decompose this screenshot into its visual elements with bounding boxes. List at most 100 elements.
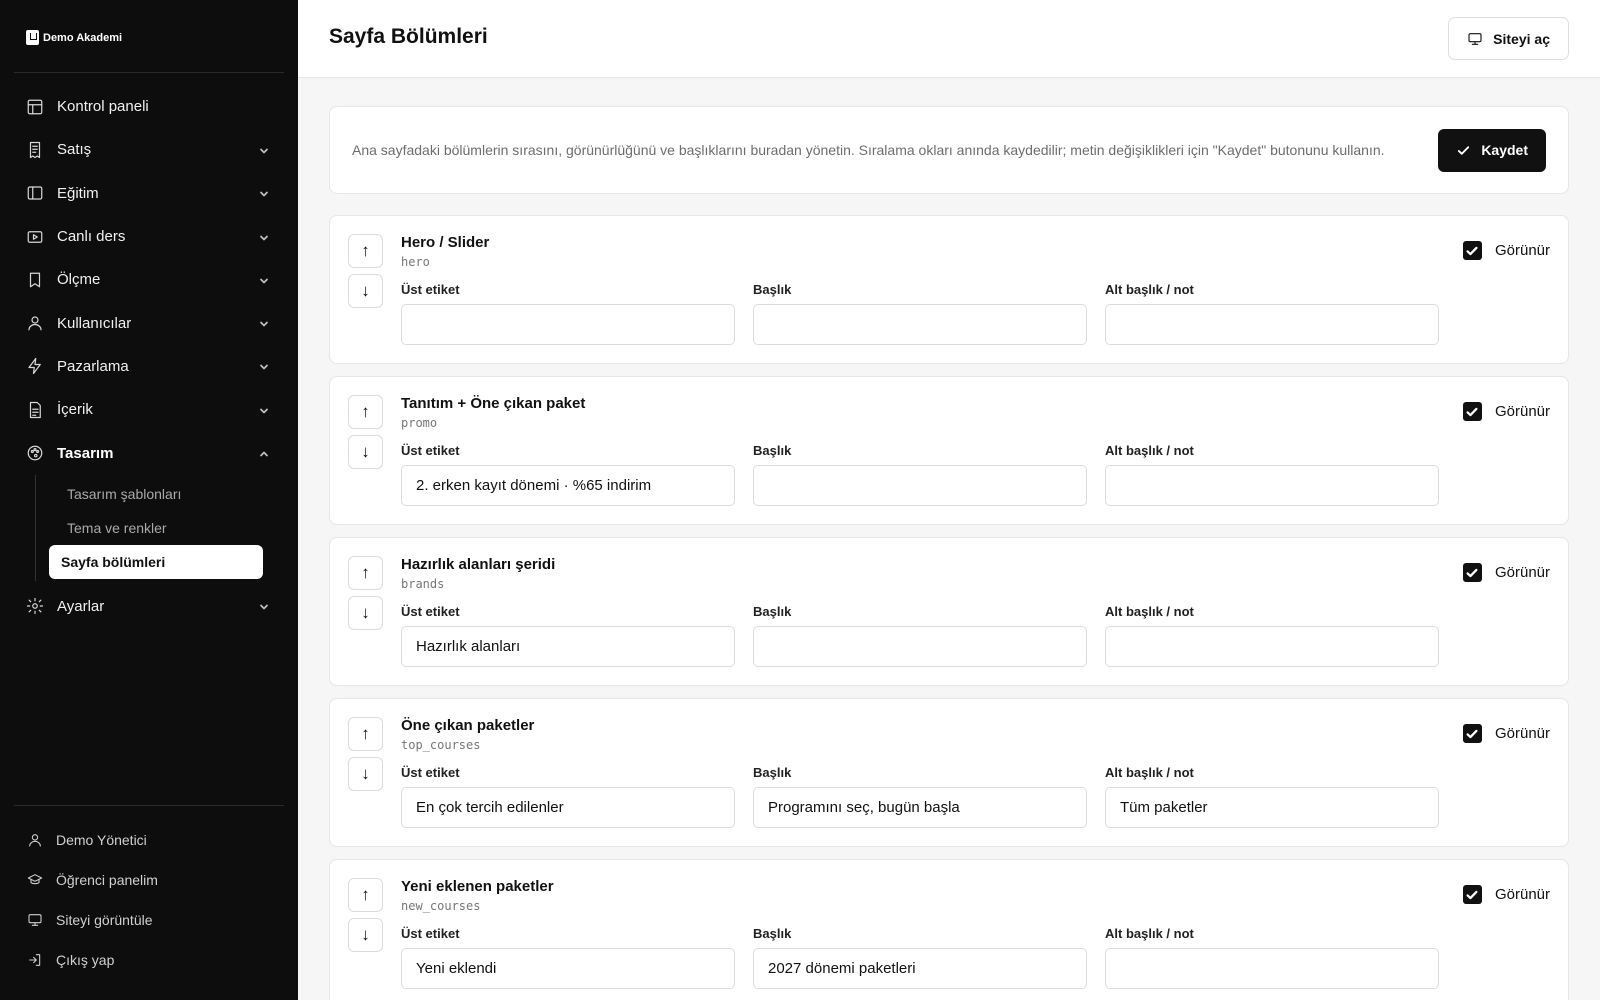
bookmark-icon: [26, 271, 44, 289]
title-input[interactable]: [753, 626, 1087, 667]
subtitle-input[interactable]: [1105, 465, 1439, 506]
chevron-down-icon: [258, 317, 270, 329]
footer-item-student-panel[interactable]: Öğrenci panelim: [14, 860, 284, 900]
footer-item-label: Demo Yönetici: [56, 832, 147, 848]
visible-toggle[interactable]: Görünür: [1462, 241, 1550, 260]
sidebar-subitem-tasarim-sablonlari[interactable]: Tasarım şablonları: [56, 477, 284, 511]
footer-item-view-site[interactable]: Siteyi görüntüle: [14, 900, 284, 940]
move-up-button[interactable]: ↑: [348, 234, 383, 268]
receipt-icon: [26, 141, 44, 159]
subtitle-field-group: Alt başlık / not: [1105, 926, 1439, 989]
visible-checkbox[interactable]: [1462, 885, 1482, 904]
sidebar-item-kullanicilar[interactable]: Kullanıcılar: [14, 301, 284, 344]
sidebar-item-ayarlar[interactable]: Ayarlar: [14, 585, 284, 628]
visible-toggle[interactable]: Görünür: [1462, 563, 1550, 582]
book-open-icon: [26, 184, 44, 202]
check-icon: [1466, 729, 1478, 738]
chevron-down-icon: [258, 187, 270, 199]
graduation-cap-icon: [27, 874, 43, 885]
sidebar-item-olcme[interactable]: Ölçme: [14, 258, 284, 301]
save-button[interactable]: Kaydet: [1438, 128, 1546, 172]
subtitle-input[interactable]: [1105, 787, 1439, 828]
footer-item-label: Siteyi görüntüle: [56, 912, 153, 928]
sidebar-item-egitim[interactable]: Eğitim: [14, 172, 284, 215]
move-up-button[interactable]: ↑: [348, 395, 383, 429]
open-site-button[interactable]: Siteyi aç: [1448, 17, 1569, 60]
file-icon: [26, 401, 44, 419]
sidebar-footer: Demo Yönetici Öğrenci panelim Siteyi gör…: [14, 820, 284, 980]
footer-item-profile[interactable]: Demo Yönetici: [14, 820, 284, 860]
sidebar-subitem-sayfa-bolumleri[interactable]: Sayfa bölümleri: [49, 544, 263, 579]
user-icon: [26, 314, 44, 332]
visible-toggle[interactable]: Görünür: [1462, 885, 1550, 904]
eyebrow-input[interactable]: [401, 304, 735, 345]
chevron-down-icon: [258, 274, 270, 286]
visible-checkbox[interactable]: [1462, 563, 1482, 582]
move-down-button[interactable]: ↓: [348, 435, 383, 469]
chevron-down-icon: [258, 144, 270, 156]
sidebar: Demo Akademi Kontrol paneli Satış Eğitim…: [0, 0, 298, 1000]
move-down-button[interactable]: ↓: [348, 596, 383, 630]
eyebrow-input[interactable]: [401, 465, 735, 506]
sidebar-item-label: Tasarım: [57, 444, 114, 462]
visible-label: Görünür: [1494, 242, 1550, 259]
video-icon: [26, 228, 44, 246]
section-name: Tanıtım + Öne çıkan paket: [401, 395, 586, 412]
chevron-up-icon: [258, 447, 270, 459]
subtitle-input[interactable]: [1105, 948, 1439, 989]
eyebrow-input[interactable]: [401, 948, 735, 989]
sidebar-nav: Kontrol paneli Satış Eğitim Canlı ders Ö…: [14, 85, 284, 628]
section-key: brands: [401, 577, 445, 591]
sidebar-item-pazarlama[interactable]: Pazarlama: [14, 345, 284, 388]
move-up-button[interactable]: ↑: [348, 878, 383, 912]
section-name: Öne çıkan paketler: [401, 717, 535, 734]
footer-item-logout[interactable]: Çıkış yap: [14, 940, 284, 980]
title-input[interactable]: [753, 465, 1087, 506]
visible-toggle[interactable]: Görünür: [1462, 724, 1550, 743]
chevron-down-icon: [258, 231, 270, 243]
section-card: ↑ ↓ Hero / Slider hero Üst etiket Başlık…: [329, 215, 1569, 364]
sidebar-item-canli-ders[interactable]: Canlı ders: [14, 215, 284, 258]
sidebar-item-satis[interactable]: Satış: [14, 128, 284, 171]
sidebar-item-kontrol-paneli[interactable]: Kontrol paneli: [14, 85, 284, 128]
chevron-down-icon: [258, 360, 270, 372]
check-icon: [1466, 246, 1478, 255]
visible-toggle[interactable]: Görünür: [1462, 402, 1550, 421]
sidebar-item-tasarim[interactable]: Tasarım: [14, 431, 284, 474]
title-field-group: Başlık: [753, 926, 1087, 989]
subtitle-input[interactable]: [1105, 626, 1439, 667]
title-label: Başlık: [753, 604, 792, 619]
title-field-group: Başlık: [753, 443, 1087, 506]
sidebar-subitem-tema-ve-renkler[interactable]: Tema ve renkler: [56, 511, 284, 545]
subtitle-field-group: Alt başlık / not: [1105, 443, 1439, 506]
move-down-button[interactable]: ↓: [348, 757, 383, 791]
move-down-button[interactable]: ↓: [348, 274, 383, 308]
subtitle-label: Alt başlık / not: [1105, 282, 1194, 297]
subtitle-input[interactable]: [1105, 304, 1439, 345]
visible-checkbox[interactable]: [1462, 241, 1482, 260]
check-icon: [1466, 407, 1478, 416]
section-key: top_courses: [401, 738, 481, 752]
eyebrow-input[interactable]: [401, 626, 735, 667]
eyebrow-label: Üst etiket: [401, 443, 460, 458]
user-icon: [29, 834, 41, 847]
eyebrow-input[interactable]: [401, 787, 735, 828]
title-input[interactable]: [753, 948, 1087, 989]
monitor-icon: [28, 914, 42, 926]
move-up-button[interactable]: ↑: [348, 717, 383, 751]
title-input[interactable]: [753, 304, 1087, 345]
sidebar-item-label: Canlı ders: [57, 228, 126, 246]
sidebar-footer-divider: [14, 805, 284, 806]
section-key: promo: [401, 416, 438, 430]
move-up-button[interactable]: ↑: [348, 556, 383, 590]
visible-checkbox[interactable]: [1462, 402, 1482, 421]
section-name: Hazırlık alanları şeridi: [401, 556, 556, 573]
visible-checkbox[interactable]: [1462, 724, 1482, 743]
move-down-button[interactable]: ↓: [348, 918, 383, 952]
brand[interactable]: Demo Akademi: [26, 30, 122, 45]
title-input[interactable]: [753, 787, 1087, 828]
footer-item-label: Çıkış yap: [56, 952, 115, 968]
sidebar-item-icerik[interactable]: İçerik: [14, 388, 284, 431]
info-text: Ana sayfadaki bölümlerin sırasını, görün…: [352, 142, 1385, 158]
title-field-group: Başlık: [753, 765, 1087, 828]
